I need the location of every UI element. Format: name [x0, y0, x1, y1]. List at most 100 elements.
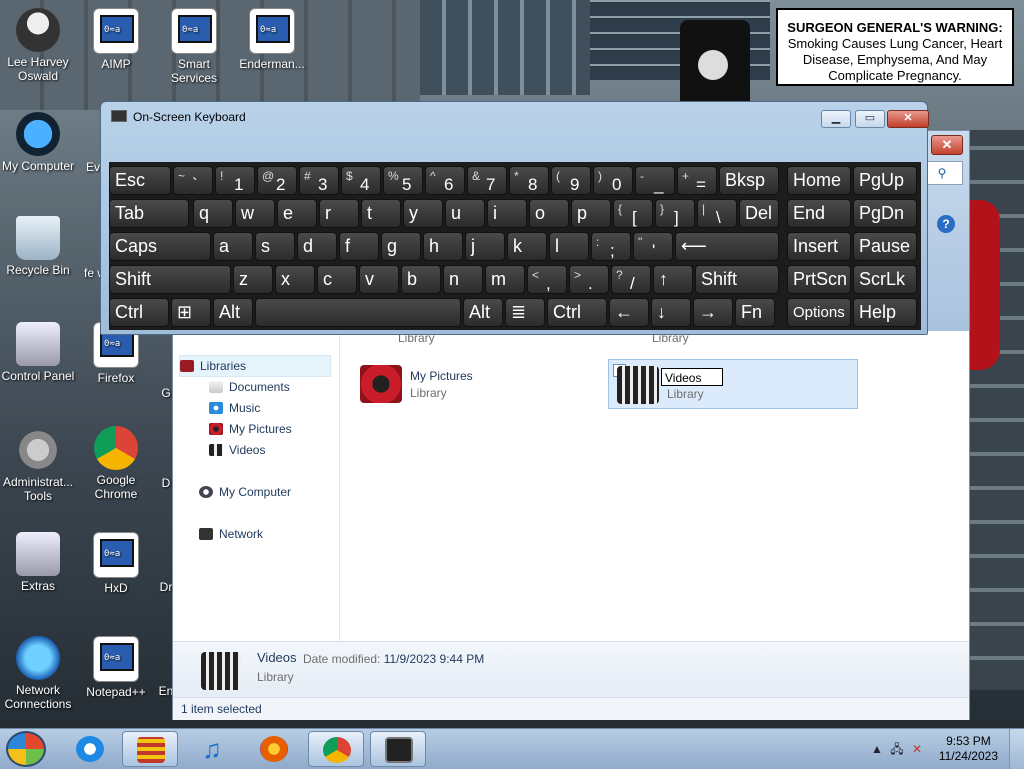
- key-f[interactable]: f: [339, 232, 379, 261]
- key-shift[interactable]: Shift: [109, 265, 231, 294]
- desktop-icon-hxd[interactable]: HxD: [78, 532, 154, 595]
- key-4[interactable]: $4: [341, 166, 381, 195]
- key-7[interactable]: & 7: [467, 166, 507, 195]
- key-z[interactable]: z: [233, 265, 273, 294]
- desktop-icon-my-computer[interactable]: My Computer: [0, 112, 76, 173]
- key-b[interactable]: b: [401, 265, 441, 294]
- library-tile-videos[interactable]: ✓ Videos Library: [608, 359, 858, 409]
- key-k[interactable]: k: [507, 232, 547, 261]
- taskbar-firefox[interactable]: [246, 731, 302, 767]
- key-g[interactable]: g: [381, 232, 421, 261]
- nav-item-my-pictures[interactable]: My Pictures: [209, 419, 292, 439]
- desktop-icon-network-connections[interactable]: Network Connections: [0, 636, 76, 711]
- key-r3k8[interactable]: <,: [527, 265, 567, 294]
- key-a[interactable]: a: [213, 232, 253, 261]
- key-r4k8[interactable]: ↓: [651, 298, 691, 327]
- key-esc[interactable]: Esc: [109, 166, 171, 195]
- key-0[interactable]: ) 0: [593, 166, 633, 195]
- volume-muted-icon[interactable]: ✕: [910, 742, 924, 756]
- show-hidden-icons-icon[interactable]: ▲: [870, 742, 884, 756]
- key-d[interactable]: d: [297, 232, 337, 261]
- minimize-button[interactable]: ▁: [821, 110, 851, 128]
- help-icon[interactable]: ?: [937, 215, 955, 233]
- key-caps[interactable]: Caps: [109, 232, 211, 261]
- key-5[interactable]: % 5: [383, 166, 423, 195]
- key-r3k9[interactable]: >.: [569, 265, 609, 294]
- key-home[interactable]: Home: [787, 166, 851, 195]
- taskbar-ie[interactable]: [62, 731, 118, 767]
- key-s[interactable]: s: [255, 232, 295, 261]
- key-r2k11[interactable]: " ': [633, 232, 673, 261]
- key-pause[interactable]: Pause: [853, 232, 917, 261]
- key-prtscn[interactable]: PrtScn: [787, 265, 851, 294]
- key-i[interactable]: i: [487, 199, 527, 228]
- key-ctrl[interactable]: Ctrl: [547, 298, 607, 327]
- desktop-icon-recycle-bin[interactable]: Recycle Bin: [0, 216, 76, 277]
- desktop-icon-enderman[interactable]: Enderman...: [234, 8, 310, 71]
- key-m[interactable]: m: [485, 265, 525, 294]
- desktop-icon-lee-harvey-oswald[interactable]: Lee Harvey Oswald: [0, 8, 76, 83]
- key-fn[interactable]: Fn: [735, 298, 775, 327]
- nav-item-documents[interactable]: Documents: [209, 377, 290, 397]
- desktop-icon-notepad-plus-plus[interactable]: Notepad++: [78, 636, 154, 699]
- nav-item-music[interactable]: Music: [209, 398, 260, 418]
- key-n[interactable]: n: [443, 265, 483, 294]
- show-desktop-button[interactable]: [1009, 729, 1024, 769]
- key-r4k5[interactable]: ≣: [505, 298, 545, 327]
- key-9[interactable]: (9: [551, 166, 591, 195]
- key-r0k1[interactable]: ~ `: [173, 166, 213, 195]
- key-c[interactable]: c: [317, 265, 357, 294]
- key-r3k10[interactable]: ? /: [611, 265, 651, 294]
- key-pgdn[interactable]: PgDn: [853, 199, 917, 228]
- key-r4k9[interactable]: →: [693, 298, 733, 327]
- key-r1k11[interactable]: {[: [613, 199, 653, 228]
- key-6[interactable]: ^ 6: [425, 166, 465, 195]
- key-r0k13[interactable]: + =: [677, 166, 717, 195]
- key-r0k12[interactable]: - _: [635, 166, 675, 195]
- key-ctrl[interactable]: Ctrl: [109, 298, 169, 327]
- key-2[interactable]: @2: [257, 166, 297, 195]
- key-u[interactable]: u: [445, 199, 485, 228]
- key-q[interactable]: q: [193, 199, 233, 228]
- key-l[interactable]: l: [549, 232, 589, 261]
- close-button[interactable]: ✕: [887, 110, 929, 128]
- network-icon[interactable]: 🖧: [890, 742, 904, 756]
- rename-field[interactable]: Videos: [661, 368, 723, 386]
- nav-item-libraries[interactable]: Libraries: [179, 355, 331, 377]
- key-tab[interactable]: Tab: [109, 199, 189, 228]
- key-r2k12[interactable]: ⟵: [675, 232, 779, 261]
- key-insert[interactable]: Insert: [787, 232, 851, 261]
- key-r3k11[interactable]: ↑: [653, 265, 693, 294]
- key-r4k7[interactable]: ←: [609, 298, 649, 327]
- nav-item-network[interactable]: Network: [199, 524, 263, 544]
- maximize-button[interactable]: ▭: [855, 110, 885, 128]
- key-w[interactable]: w: [235, 199, 275, 228]
- desktop-icon-aimp[interactable]: AIMP: [78, 8, 154, 71]
- key-e[interactable]: e: [277, 199, 317, 228]
- key-del[interactable]: Del: [739, 199, 779, 228]
- key-shift[interactable]: Shift: [695, 265, 779, 294]
- key-r1k12[interactable]: }]: [655, 199, 695, 228]
- key-r4k1[interactable]: ⊞: [171, 298, 211, 327]
- key-1[interactable]: ! 1: [215, 166, 255, 195]
- key-o[interactable]: o: [529, 199, 569, 228]
- desktop-icon-extras[interactable]: Extras: [0, 532, 76, 593]
- desktop-icon-administrative-tools[interactable]: Administrat... Tools: [0, 428, 76, 503]
- nav-item-my-computer[interactable]: My Computer: [199, 482, 291, 502]
- key-pgup[interactable]: PgUp: [853, 166, 917, 195]
- key-help[interactable]: Help: [853, 298, 917, 327]
- taskbar-on-screen-keyboard[interactable]: [370, 731, 426, 767]
- key-3[interactable]: #3: [299, 166, 339, 195]
- key-t[interactable]: t: [361, 199, 401, 228]
- desktop-icon-google-chrome[interactable]: Google Chrome: [78, 426, 154, 501]
- key-alt[interactable]: Alt: [463, 298, 503, 327]
- explorer-close-button[interactable]: ✕: [931, 135, 963, 155]
- key-x[interactable]: x: [275, 265, 315, 294]
- desktop-icon-smart-services[interactable]: Smart Services: [156, 8, 232, 85]
- key-scrlk[interactable]: ScrLk: [853, 265, 917, 294]
- key-r[interactable]: r: [319, 199, 359, 228]
- key-end[interactable]: End: [787, 199, 851, 228]
- clock[interactable]: 9:53 PM 11/24/2023: [939, 734, 998, 764]
- taskbar-media[interactable]: ♫: [184, 731, 240, 767]
- key-p[interactable]: p: [571, 199, 611, 228]
